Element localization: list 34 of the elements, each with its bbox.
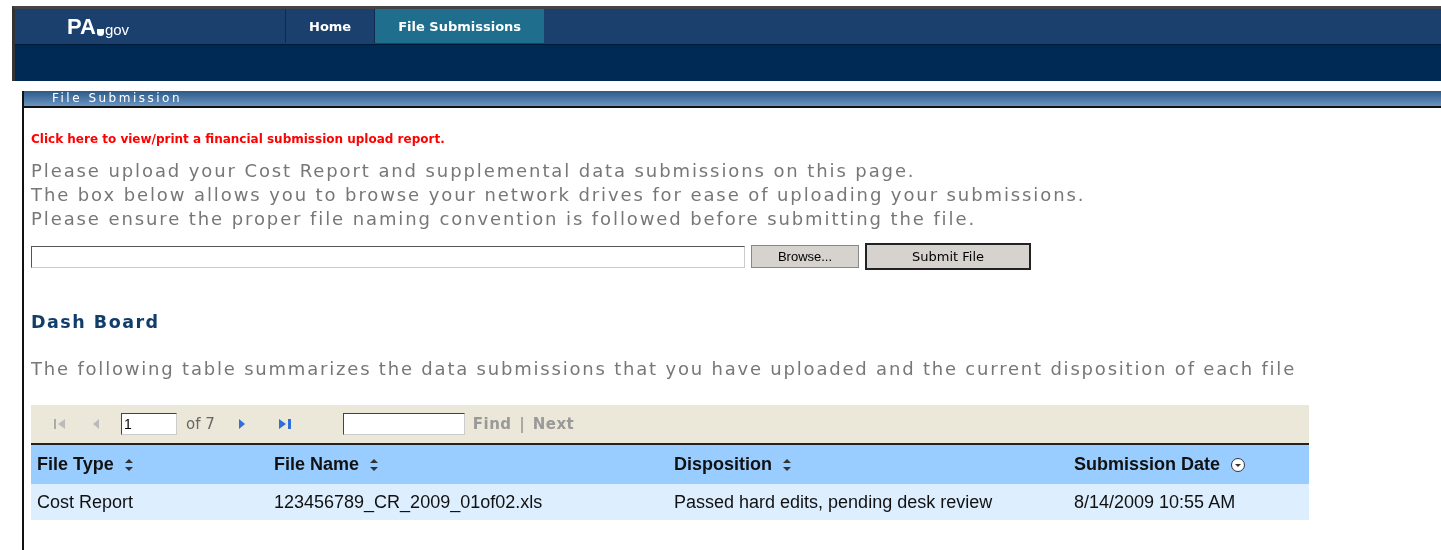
column-header[interactable]: Submission Date — [1068, 454, 1309, 475]
table-cell-text: 8/14/2009 10:55 AM — [1073, 491, 1237, 513]
column-label: File Name — [274, 454, 360, 475]
instruction-text: The box below allows you to browse your network drives for ease of uploading your submissions. — [31, 183, 1087, 207]
page-number-field[interactable]: 1 — [121, 413, 177, 435]
column-header[interactable]: File Type — [31, 454, 268, 475]
column-label: Submission Date — [1074, 454, 1221, 475]
table-cell-text: Passed hard edits, pending desk review — [673, 491, 994, 513]
table-cell-text: Cost Report — [36, 491, 135, 513]
dashboard-heading: Dash Board — [31, 312, 161, 332]
page-count: of 7 — [186, 415, 215, 433]
column-label: Disposition — [674, 454, 772, 475]
dashboard-description: The following table summarizes the data submissions that you have uploaded and the current disposition of each file — [31, 358, 1298, 379]
next-page-icon[interactable] — [236, 416, 247, 432]
column-header[interactable]: File Name — [268, 454, 668, 475]
column-label: File Type — [37, 454, 114, 475]
submit-file-button[interactable]: Submit File — [865, 243, 1031, 270]
file-path-field[interactable] — [31, 245, 745, 268]
browse-button[interactable]: Browse... — [751, 245, 859, 268]
sort-icon[interactable] — [123, 457, 134, 472]
sort-icon[interactable] — [369, 457, 380, 472]
find-field[interactable] — [342, 413, 465, 435]
logo: PA gov — [66, 13, 131, 41]
sort-descending-icon[interactable] — [1230, 456, 1247, 473]
column-header[interactable]: Disposition — [668, 454, 1068, 475]
nav-tab[interactable]: File Submissions — [374, 9, 545, 43]
instruction-text: Please upload your Cost Report and supplemental data submissions on this page. — [31, 159, 917, 183]
table-cell-text: 123456789_CR_2009_01of02.xls — [273, 491, 544, 513]
sort-icon[interactable] — [782, 457, 792, 472]
last-page-icon[interactable] — [276, 416, 293, 432]
report-link[interactable]: Click here to view/print a financial submission upload report. — [31, 132, 445, 146]
panel-title: File Submission — [24, 91, 1441, 108]
instruction-text: Please ensure the proper file naming convention is followed before submitting the file. — [31, 207, 978, 231]
separator: | — [519, 415, 525, 433]
